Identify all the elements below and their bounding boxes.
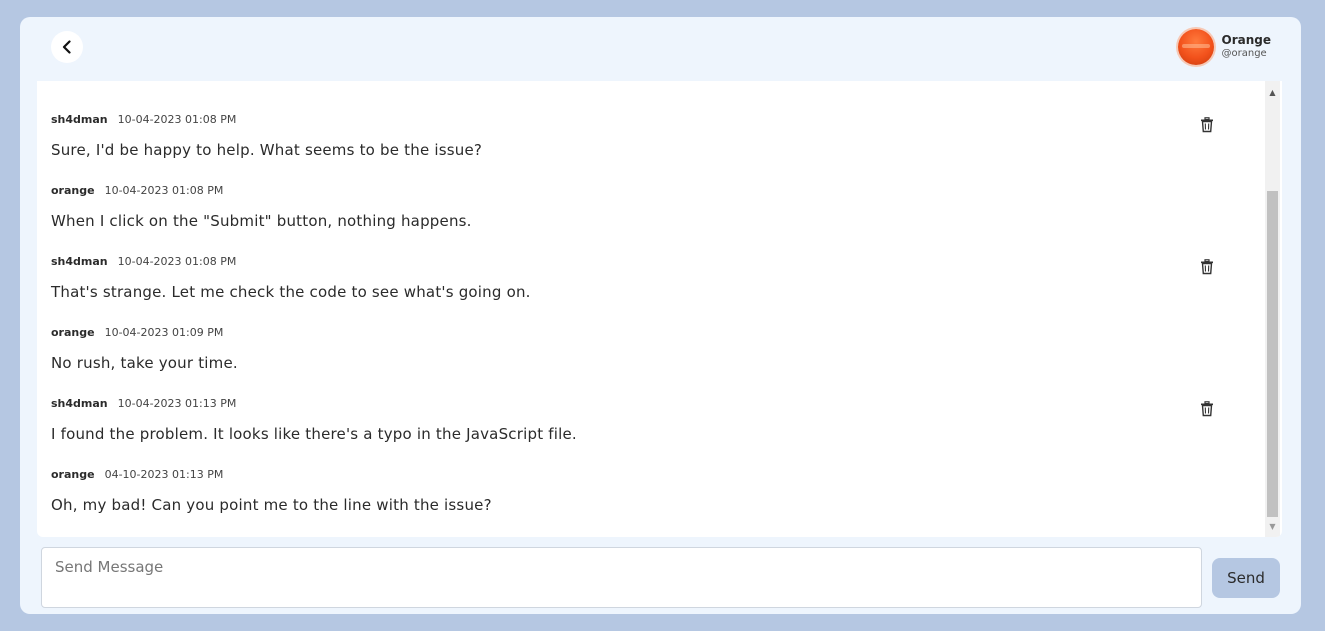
message-author: orange <box>51 468 95 481</box>
chevron-left-icon <box>62 40 71 54</box>
message-text: That's strange. Let me check the code to… <box>51 283 531 301</box>
message-author: sh4dman <box>51 255 108 268</box>
message-item: orange 10-04-2023 01:09 PM No rush, take y… <box>51 326 1242 397</box>
scroll-up-icon[interactable]: ▲ <box>1265 85 1280 99</box>
message-timestamp: 04-10-2023 01:13 PM <box>104 468 224 481</box>
message-author: sh4dman <box>51 397 108 410</box>
message-item: orange 10-04-2023 01:08 PM When I click on… <box>51 184 1242 255</box>
profile-handle: @orange <box>1221 48 1267 60</box>
message-items: sh4dman 10-04-2023 01:08 PM Sure, I'd be h… <box>51 113 1242 537</box>
trash-icon[interactable] <box>1200 117 1214 133</box>
message-text: No rush, take your time. <box>51 354 238 372</box>
chat-window: Orange @orange sh4dman 10-04-2023 01:08 P… <box>20 17 1301 614</box>
message-timestamp: 10-04-2023 01:13 PM <box>117 397 237 410</box>
message-author: sh4dman <box>51 113 108 126</box>
message-timestamp: 10-04-2023 01:08 PM <box>117 255 237 268</box>
message-timestamp: 10-04-2023 01:09 PM <box>104 326 224 339</box>
message-item: sh4dman 10-04-2023 01:08 PM Sure, I'd be h… <box>51 113 1242 184</box>
message-timestamp: 10-04-2023 01:08 PM <box>104 184 224 197</box>
message-text: When I click on the "Submit" button, not… <box>51 212 472 230</box>
profile-name: Orange <box>1221 33 1272 48</box>
scroll-down-icon[interactable]: ▼ <box>1265 519 1280 533</box>
message-author: orange <box>51 184 95 197</box>
send-button[interactable]: Send <box>1212 558 1280 598</box>
message-item: orange 04-10-2023 01:13 PM Oh, my bad! Can… <box>51 468 1242 537</box>
message-item: sh4dman 10-04-2023 01:08 PM That's strange… <box>51 255 1242 326</box>
message-input[interactable] <box>41 547 1202 608</box>
scrollbar[interactable]: ▲ ▼ <box>1265 81 1280 537</box>
message-item: sh4dman 10-04-2023 01:13 PM I found the pr… <box>51 397 1242 468</box>
message-author: orange <box>51 326 95 339</box>
message-text: Oh, my bad! Can you point me to the line… <box>51 496 492 514</box>
avatar <box>1177 29 1214 65</box>
trash-icon[interactable] <box>1200 259 1214 275</box>
message-list[interactable]: sh4dman 10-04-2023 01:08 PM Sure, I'd be h… <box>37 81 1282 537</box>
message-timestamp: 10-04-2023 01:08 PM <box>117 113 237 126</box>
user-profile[interactable]: Orange @orange <box>1177 29 1272 65</box>
message-text: I found the problem. It looks like there… <box>51 425 577 443</box>
back-button[interactable] <box>51 31 83 63</box>
message-text: Sure, I'd be happy to help. What seems t… <box>51 141 483 159</box>
trash-icon[interactable] <box>1200 401 1214 417</box>
scroll-thumb[interactable] <box>1267 191 1278 517</box>
